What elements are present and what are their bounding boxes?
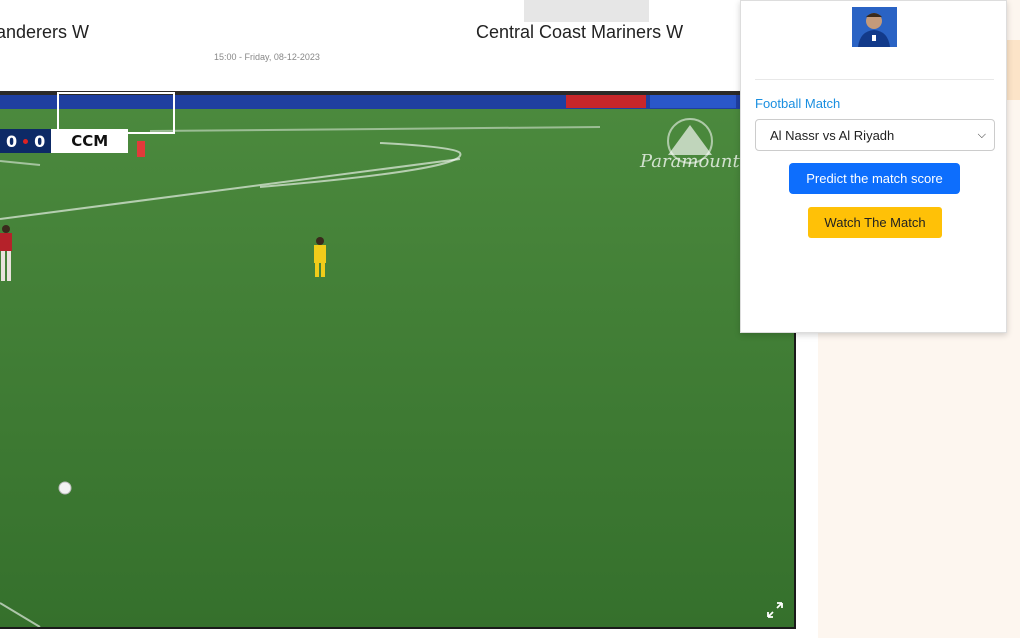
watch-match-button[interactable]: Watch The Match xyxy=(808,207,942,238)
player-keeper xyxy=(137,141,145,157)
match-video-player[interactable]: 0 0 CCM Paramount+ xyxy=(0,91,796,629)
divider xyxy=(755,79,994,80)
selected-match: Al Nassr vs Al Riyadh xyxy=(770,127,895,143)
predict-score-button[interactable]: Predict the match score xyxy=(789,163,960,194)
page: anderers W Central Coast Mariners W 15:0… xyxy=(0,0,1020,638)
score-box: 0 0 xyxy=(0,129,52,153)
match-select[interactable]: Al Nassr vs Al Riyadh ⌵ xyxy=(755,119,995,151)
away-team-name: Central Coast Mariners W xyxy=(476,22,684,42)
section-label: Football Match xyxy=(755,96,841,111)
scorebug-team-code: CCM xyxy=(51,129,129,153)
away-score: 0 xyxy=(34,131,46,151)
scorebug: 0 0 CCM xyxy=(0,129,129,153)
broadcaster-watermark: Paramount+ xyxy=(640,151,755,172)
home-score: 0 xyxy=(6,131,18,151)
score-separator-dot xyxy=(23,138,29,144)
chevron-down-icon: ⌵ xyxy=(977,128,986,141)
extension-popup: Football Match Al Nassr vs Al Riyadh ⌵ P… xyxy=(740,0,1007,333)
away-team-logo xyxy=(524,0,649,22)
expand-icon[interactable] xyxy=(766,601,784,619)
match-kickoff-time: 15:00 - Friday, 08-12-2023 xyxy=(214,52,320,62)
match-header: anderers W Central Coast Mariners W 15:0… xyxy=(0,0,740,92)
home-team-name: anderers W xyxy=(0,22,90,42)
ball xyxy=(58,481,72,495)
avatar xyxy=(852,7,897,47)
